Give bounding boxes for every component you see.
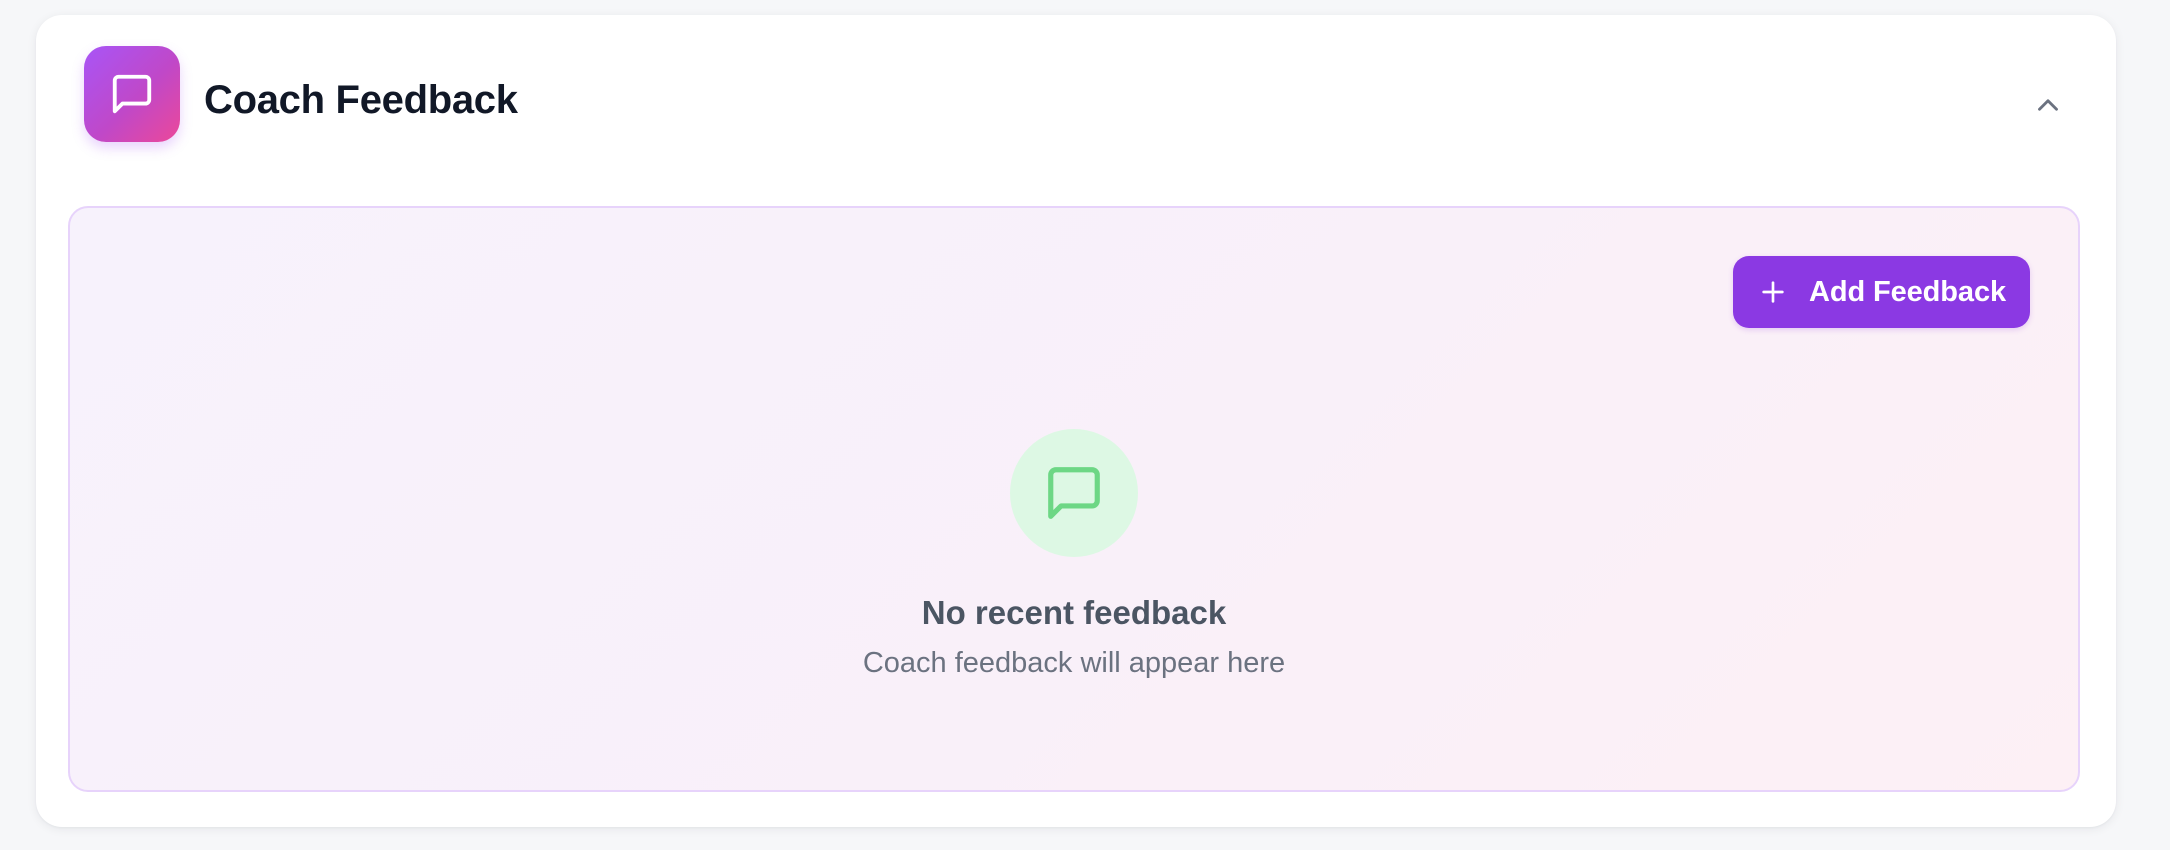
add-feedback-button[interactable]: Add Feedback — [1732, 256, 2030, 328]
empty-state-subtitle: Coach feedback will appear here — [862, 647, 1286, 679]
card-header: Coach Feedback — [36, 15, 2116, 187]
plus-icon — [1762, 281, 1784, 303]
feedback-panel: Add Feedback No recent feedback Coach fe… — [68, 206, 2080, 792]
empty-state: No recent feedback Coach feedback will a… — [70, 429, 2078, 681]
empty-state-title: No recent feedback — [921, 594, 1227, 631]
add-feedback-label: Add Feedback — [1808, 275, 2006, 308]
collapse-button[interactable] — [2028, 85, 2068, 125]
message-square-icon — [84, 46, 180, 142]
section-title: Coach Feedback — [204, 78, 518, 122]
coach-feedback-card: Coach Feedback Add Feedback No recent fe… — [36, 15, 2116, 827]
chevron-up-icon — [2038, 99, 2058, 111]
message-square-icon — [1048, 467, 1100, 519]
empty-state-icon-badge — [1010, 429, 1138, 557]
